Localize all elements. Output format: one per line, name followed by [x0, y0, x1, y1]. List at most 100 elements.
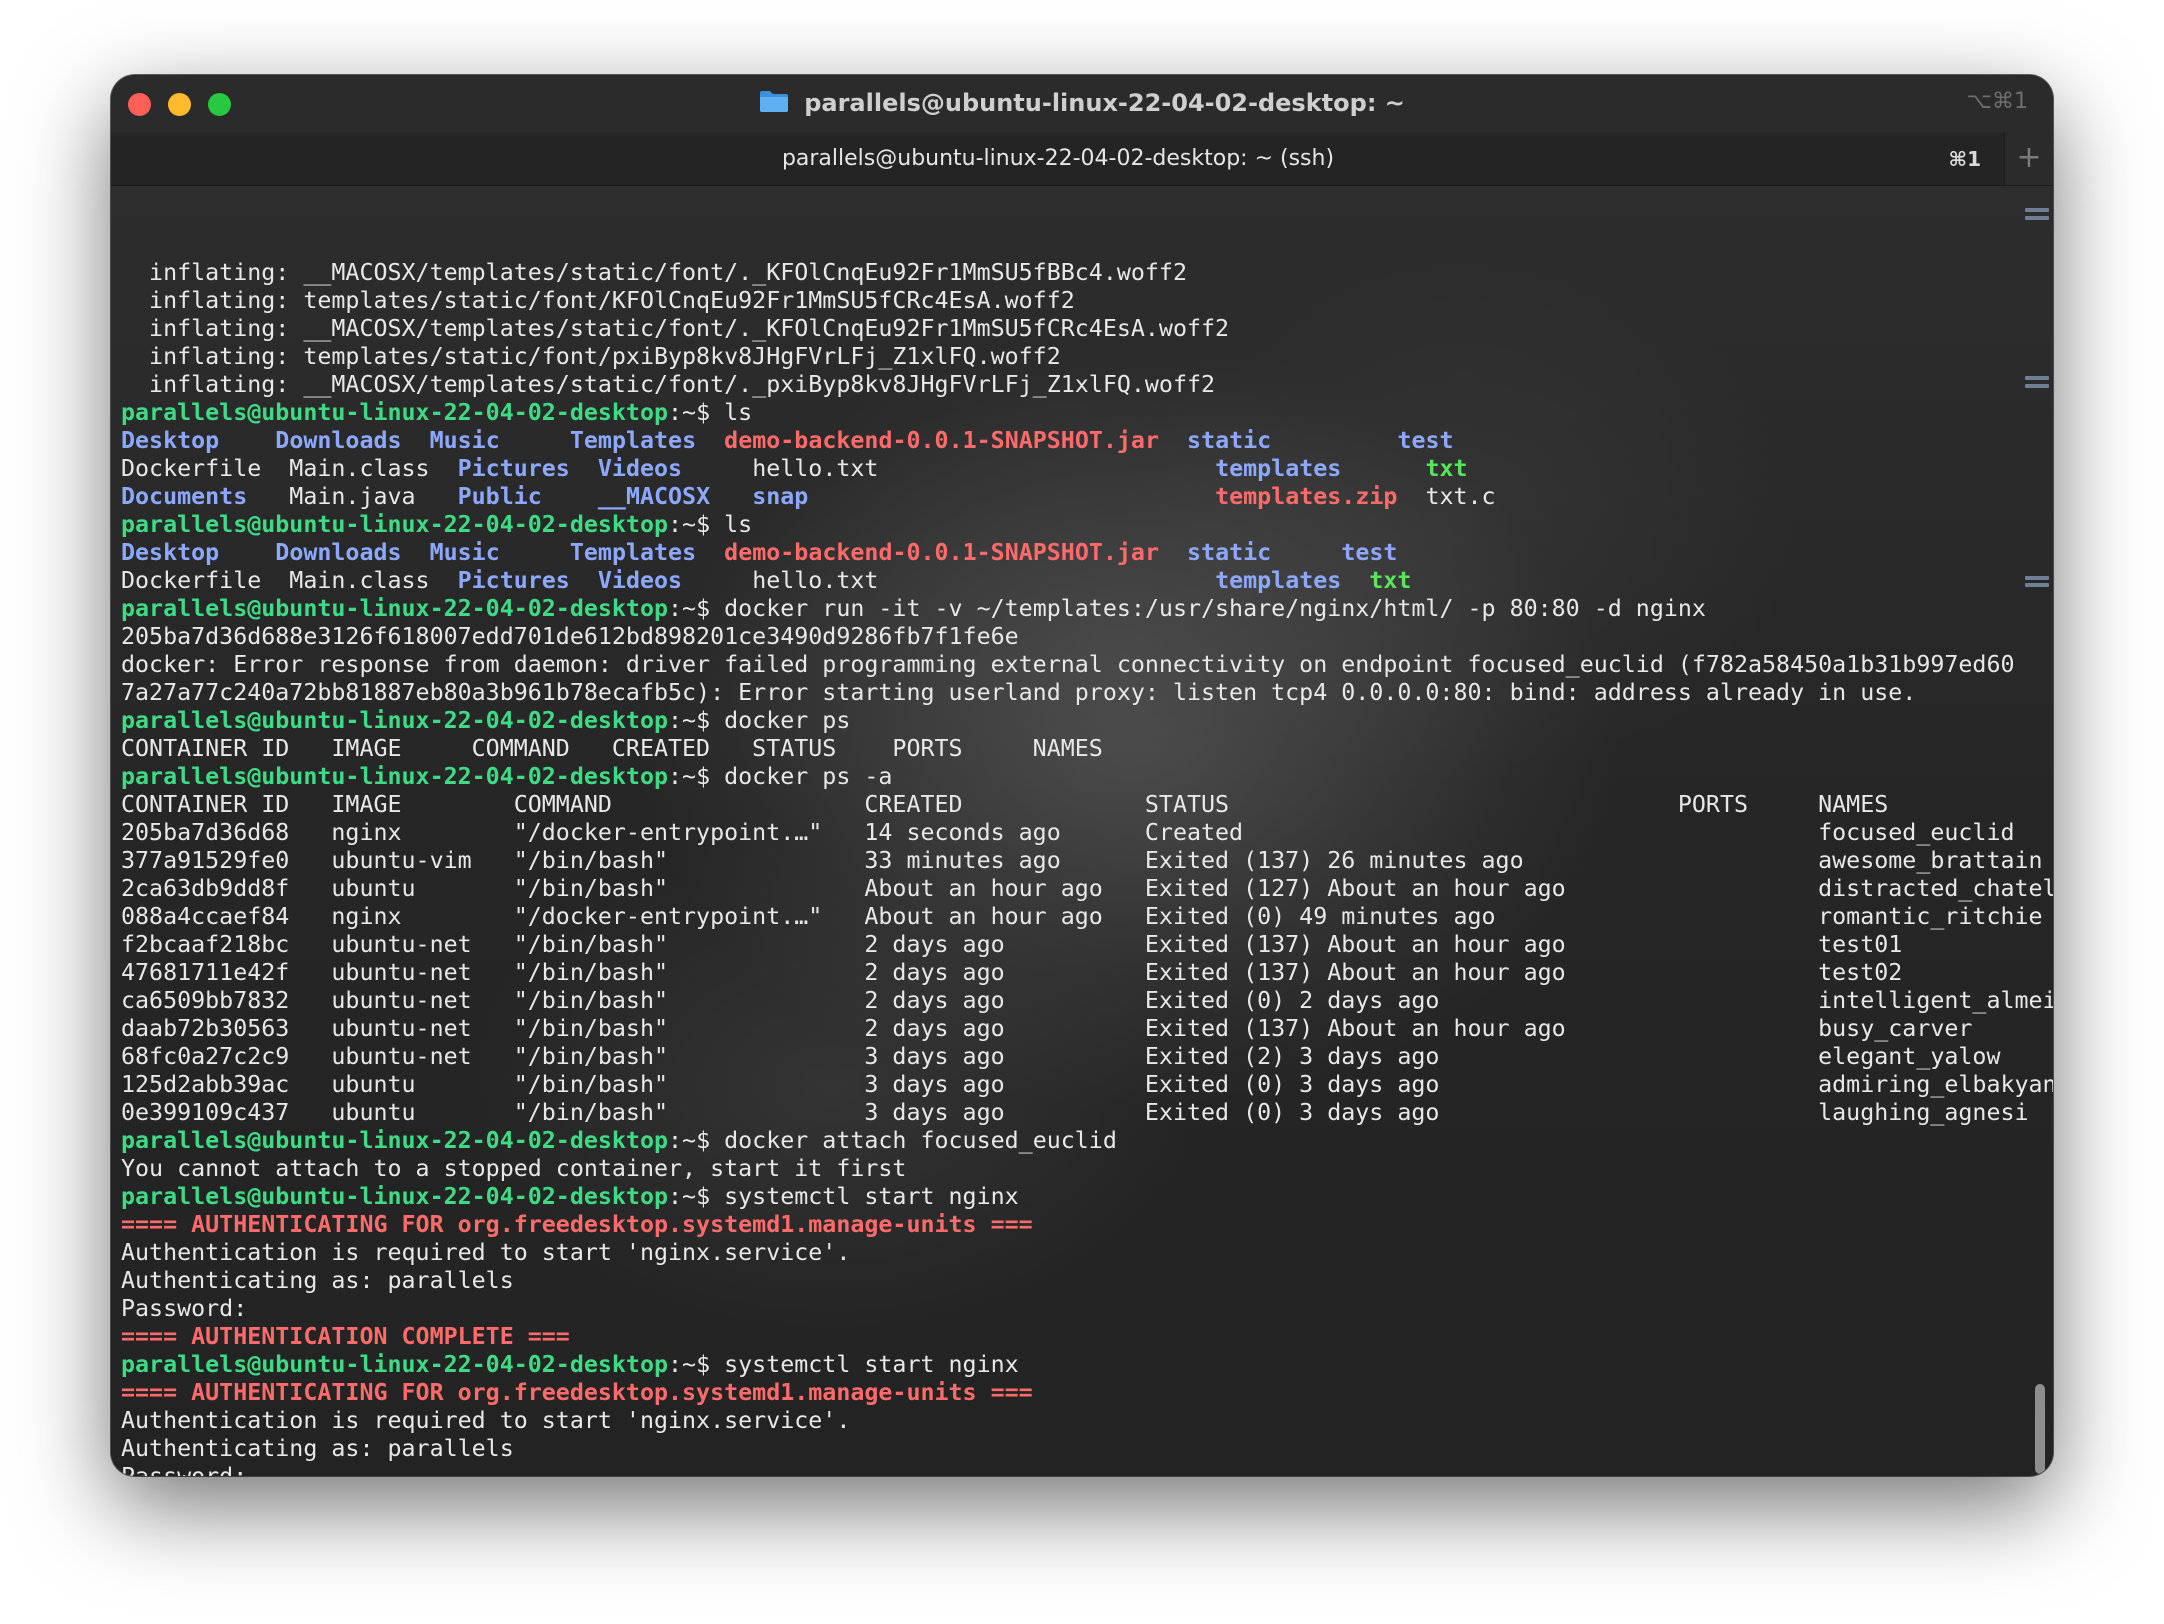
terminal-line: docker: Error response from daemon: driv… [121, 651, 2053, 679]
terminal-line: parallels@ubuntu-linux-22-04-02-desktop:… [121, 1351, 2053, 1379]
terminal-text-segment: hello.txt [682, 567, 1216, 594]
terminal-text-segment: Templates [569, 539, 697, 566]
terminal-text-segment: Authentication is required to start 'ngi… [121, 1239, 851, 1266]
terminal-line: parallels@ubuntu-linux-22-04-02-desktop:… [121, 707, 2053, 735]
terminal-line: Dockerfile Main.class Pictures Videos he… [121, 455, 2053, 483]
terminal-text-segment: templates [1215, 455, 1342, 482]
terminal-text-segment: Dockerfile Main.class [121, 567, 458, 594]
scroll-marker [2025, 376, 2049, 380]
terminal-scrollbar[interactable] [2023, 186, 2053, 1476]
terminal-line: daab72b30563 ubuntu-net "/bin/bash" 2 da… [121, 1015, 2053, 1043]
terminal-text-segment: inflating: templates/static/font/KFOlCnq… [121, 287, 1075, 314]
terminal-line: ca6509bb7832 ubuntu-net "/bin/bash" 2 da… [121, 987, 2053, 1015]
terminal-line: Authentication is required to start 'ngi… [121, 1407, 2053, 1435]
terminal-line: inflating: __MACOSX/templates/static/fon… [121, 259, 2053, 287]
terminal-line: 2ca63db9dd8f ubuntu "/bin/bash" About an… [121, 875, 2053, 903]
terminal-line: inflating: templates/static/font/KFOlCnq… [121, 287, 2053, 315]
terminal-line: 125d2abb39ac ubuntu "/bin/bash" 3 days a… [121, 1071, 2053, 1099]
title-bar[interactable]: parallels@ubuntu-linux-22-04-02-desktop:… [111, 75, 2053, 133]
terminal-line: 68fc0a27c2c9 ubuntu-net "/bin/bash" 3 da… [121, 1043, 2053, 1071]
terminal-text-segment: Password: [121, 1463, 247, 1476]
terminal-text-segment: Pictures [457, 567, 570, 594]
terminal-line: f2bcaaf218bc ubuntu-net "/bin/bash" 2 da… [121, 931, 2053, 959]
terminal-text-segment: test [1397, 427, 1454, 454]
terminal-text-segment: :~$ docker attach focused_euclid [668, 1127, 1117, 1154]
terminal-line: 47681711e42f ubuntu-net "/bin/bash" 2 da… [121, 959, 2053, 987]
terminal-line: ==== AUTHENTICATING FOR org.freedesktop.… [121, 1379, 2053, 1407]
scroll-marker [2025, 216, 2049, 220]
terminal-line: Dockerfile Main.class Pictures Videos he… [121, 567, 2053, 595]
terminal-text-segment: txt [1425, 455, 1468, 482]
scrollbar-thumb[interactable] [2035, 1384, 2045, 1474]
window-title-group: parallels@ubuntu-linux-22-04-02-desktop:… [111, 89, 2053, 121]
shell-prompt: parallels@ubuntu-linux-22-04-02-desktop [121, 707, 669, 734]
terminal-line: 088a4ccaef84 nginx "/docker-entrypoint.…… [121, 903, 2053, 931]
terminal-text-segment: inflating: __MACOSX/templates/static/fon… [121, 315, 1230, 342]
terminal-text-segment: __MACOSX [597, 483, 711, 510]
shell-prompt: parallels@ubuntu-linux-22-04-02-desktop [121, 1183, 669, 1210]
terminal-text-segment: CONTAINER ID IMAGE COMMAND CREATED STATU… [121, 735, 1103, 762]
tab-bar: parallels@ubuntu-linux-22-04-02-desktop:… [111, 133, 2053, 186]
terminal-text-segment: ==== AUTHENTICATION COMPLETE === [121, 1323, 570, 1350]
terminal-text-segment: Password: [121, 1295, 248, 1322]
terminal-text-segment: Downloads [275, 539, 402, 566]
terminal-text-segment: CONTAINER ID IMAGE COMMAND CREATED STATU… [121, 791, 1889, 818]
terminal-line: parallels@ubuntu-linux-22-04-02-desktop:… [121, 1183, 2053, 1211]
terminal-line: inflating: __MACOSX/templates/static/fon… [121, 315, 2053, 343]
terminal-line: parallels@ubuntu-linux-22-04-02-desktop:… [121, 763, 2053, 791]
terminal-text-segment: Desktop [121, 539, 220, 566]
scroll-marker [2025, 576, 2049, 580]
terminal-text-segment: 205ba7d36d68 nginx "/docker-entrypoint.…… [121, 819, 2015, 846]
terminal-line: parallels@ubuntu-linux-22-04-02-desktop:… [121, 595, 2053, 623]
new-tab-button[interactable]: + [2004, 133, 2053, 185]
terminal-text-segment: :~$ ls [668, 511, 753, 538]
terminal-text-segment: :~$ systemctl start nginx [668, 1351, 1019, 1378]
terminal-text-segment: 377a91529fe0 ubuntu-vim "/bin/bash" 33 m… [121, 847, 2043, 874]
terminal-line: Authenticating as: parallels [121, 1435, 2053, 1463]
terminal-text-segment: Documents [121, 483, 248, 510]
terminal-text-segment: templates.zip [1215, 483, 1398, 510]
terminal-line: 7a27a77c240a72bb81887eb80a3b961b78ecafb5… [121, 679, 2053, 707]
terminal-text-segment: Videos [597, 567, 683, 594]
window-title: parallels@ubuntu-linux-22-04-02-desktop:… [804, 89, 1405, 117]
terminal-output-area[interactable]: inflating: __MACOSX/templates/static/fon… [111, 186, 2053, 1476]
terminal-text-segment: :~$ docker run -it -v ~/templates:/usr/s… [668, 595, 1706, 622]
terminal-line: ==== AUTHENTICATING FOR org.freedesktop.… [121, 1211, 2053, 1239]
terminal-line: inflating: __MACOSX/templates/static/fon… [121, 371, 2053, 399]
terminal-text-segment: 2ca63db9dd8f ubuntu "/bin/bash" About an… [121, 875, 2053, 902]
terminal-text-segment: Videos [597, 455, 683, 482]
tab-ssh-session[interactable]: parallels@ubuntu-linux-22-04-02-desktop:… [111, 133, 2005, 185]
terminal-line: You cannot attach to a stopped container… [121, 1155, 2053, 1183]
terminal-text-segment: demo-backend-0.0.1-SNAPSHOT.jar [724, 539, 1159, 566]
terminal-text-segment: :~$ docker ps -a [668, 763, 893, 790]
terminal-text-segment: :~$ docker ps [668, 707, 851, 734]
shell-prompt: parallels@ubuntu-linux-22-04-02-desktop [121, 399, 669, 426]
terminal-text-segment: Downloads [275, 427, 402, 454]
terminal-line: Desktop Downloads Music Templates demo-b… [121, 427, 2053, 455]
terminal-text-segment: docker: Error response from daemon: driv… [121, 651, 2015, 678]
terminal-text-segment: 205ba7d36d688e3126f618007edd701de612bd89… [121, 623, 1019, 650]
terminal-line: ==== AUTHENTICATION COMPLETE === [121, 1323, 2053, 1351]
terminal-line: parallels@ubuntu-linux-22-04-02-desktop:… [121, 399, 2053, 427]
terminal-text-segment: Public [457, 483, 542, 510]
shell-prompt: parallels@ubuntu-linux-22-04-02-desktop [121, 595, 669, 622]
terminal-line: inflating: templates/static/font/pxiByp8… [121, 343, 2053, 371]
terminal-text-segment: inflating: templates/static/font/pxiByp8… [121, 343, 1061, 370]
terminal-line: 205ba7d36d688e3126f618007edd701de612bd89… [121, 623, 2053, 651]
terminal-line: Authenticating as: parallels [121, 1267, 2053, 1295]
terminal-text-segment: Authenticating as: parallels [121, 1267, 514, 1294]
terminal-text-segment: 0e399109c437 ubuntu "/bin/bash" 3 days a… [121, 1099, 2029, 1126]
terminal-text-segment: snap [752, 483, 809, 510]
terminal-text-segment: Main.java [247, 483, 458, 510]
terminal-line: Documents Main.java Public __MACOSX snap… [121, 483, 2053, 511]
terminal-text-segment: ==== AUTHENTICATING FOR org.freedesktop.… [121, 1211, 1033, 1238]
